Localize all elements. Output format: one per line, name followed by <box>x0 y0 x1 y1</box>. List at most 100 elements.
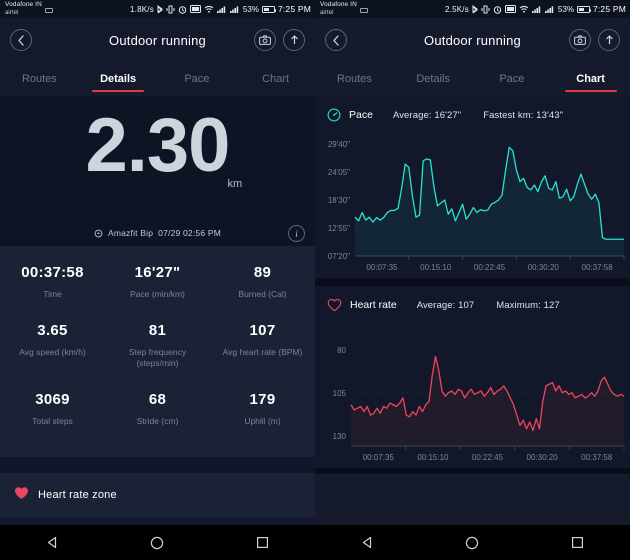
svg-text:24'05": 24'05" <box>328 168 350 177</box>
section-divider <box>0 457 315 473</box>
triangle-back-icon[interactable] <box>46 536 59 549</box>
android-nav-bar <box>315 525 630 560</box>
status-bar: Vodafone IN airtel 2.5K/s 53% 7:25 PM <box>315 0 630 18</box>
heart-rate-line-chart: 130 105 80 00:07:35 00:15:10 00:22:45 00:30:20… <box>333 346 625 462</box>
svg-text:18'30": 18'30" <box>328 196 350 205</box>
stat-label: Avg speed (km/h) <box>19 347 86 357</box>
activity-datetime: 07/29 02:56 PM <box>158 228 221 238</box>
stat-label: Pace (min/km) <box>130 289 185 299</box>
circle-home-icon[interactable] <box>465 536 479 550</box>
right-phone-screen: Vodafone IN airtel 2.5K/s 53% 7:25 PM Ou… <box>315 0 630 560</box>
android-nav-bar <box>0 525 315 560</box>
svg-text:00:15:10: 00:15:10 <box>420 263 452 272</box>
heart-outline-icon <box>327 298 342 312</box>
stat-value: 00:37:58 <box>21 264 84 281</box>
clock-label: 7:25 PM <box>277 4 311 14</box>
share-button[interactable] <box>283 29 305 51</box>
chevron-left-icon <box>18 34 24 46</box>
vibrate-icon <box>481 5 490 14</box>
tab-routes[interactable]: Routes <box>315 62 394 96</box>
sim-card-icon <box>44 7 53 13</box>
carrier-line-2: airtel <box>5 10 19 16</box>
stat-value: 3.65 <box>37 322 68 339</box>
network-speed-label: 1.8K/s <box>130 4 154 14</box>
svg-text:12'55": 12'55" <box>328 224 350 233</box>
stat-avg-speed: 3.65 Avg speed (km/h) <box>0 322 105 391</box>
hr-card-header: Heart rate Average: 107 Maximum: 127 <box>315 286 630 318</box>
pace-card-title: Pace <box>349 109 373 121</box>
triangle-back-icon[interactable] <box>361 536 374 549</box>
clock-label: 7:25 PM <box>592 4 626 14</box>
stat-burned: 89 Burned (Cal) <box>210 264 315 322</box>
sim-card-icon <box>359 7 368 13</box>
camera-icon <box>574 35 586 45</box>
stat-uphill: 179 Uphill (m) <box>210 391 315 449</box>
stat-label: Avg heart rate (BPM) <box>222 347 303 357</box>
stat-value: 89 <box>253 264 272 281</box>
svg-text:80: 80 <box>337 346 346 355</box>
battery-icon <box>261 5 277 13</box>
svg-text:00:37:58: 00:37:58 <box>582 263 614 272</box>
heart-rate-chart-plot[interactable]: 130 105 80 00:07:35 00:15:10 00:22:45 00:30:20… <box>315 318 630 468</box>
stat-label: Step frequency (steps/min) <box>128 347 187 368</box>
signal-icon <box>216 5 227 13</box>
signal-icon <box>531 5 542 13</box>
share-button[interactable] <box>598 29 620 51</box>
tab-pace[interactable]: Pace <box>473 62 552 96</box>
distance-unit: km <box>227 178 243 190</box>
app-header: Outdoor running <box>315 18 630 62</box>
app-header: Outdoor running <box>0 18 315 62</box>
tab-details[interactable]: Details <box>394 62 473 96</box>
bluetooth-icon <box>472 4 478 14</box>
stat-label: Uphill (m) <box>244 416 281 426</box>
hr-average-metric: Average: 107 <box>416 299 475 311</box>
chevron-left-icon <box>333 34 339 46</box>
hr-maximum-metric: Maximum: 127 <box>496 299 560 311</box>
distance-hero: 2.30 km Amazfit Bip 07/29 02:56 PM i <box>0 96 315 246</box>
circle-home-icon[interactable] <box>150 536 164 550</box>
heart-filled-icon <box>14 486 29 505</box>
heart-rate-zone-label: Heart rate zone <box>38 489 117 501</box>
tab-pace[interactable]: Pace <box>158 62 237 96</box>
bluetooth-icon <box>157 4 163 14</box>
camera-button[interactable] <box>569 29 591 51</box>
camera-button[interactable] <box>254 29 276 51</box>
header-actions <box>569 29 620 51</box>
tab-chart[interactable]: Chart <box>551 62 630 96</box>
tab-details[interactable]: Details <box>79 62 158 96</box>
svg-text:00:37:58: 00:37:58 <box>581 453 613 462</box>
pace-average-metric: Average: 16'27" <box>392 109 462 121</box>
hr-card-title: Heart rate <box>350 299 397 311</box>
signal-icon <box>229 5 240 13</box>
pace-line-chart: 07'20" 12'55" 18'30" 24'05" 29'40" 00:07:35 00… <box>328 140 625 272</box>
tab-chart[interactable]: Chart <box>236 62 315 96</box>
back-button[interactable] <box>325 29 347 51</box>
stat-value: 68 <box>148 391 167 408</box>
stats-grid: 00:37:58 Time 16'27" Pace (min/km) 89 Bu… <box>0 246 315 457</box>
svg-text:00:30:20: 00:30:20 <box>528 263 560 272</box>
svg-text:29'40": 29'40" <box>328 140 350 149</box>
heart-rate-chart-card: Heart rate Average: 107 Maximum: 127 130… <box>315 286 630 468</box>
square-recents-icon[interactable] <box>256 536 269 549</box>
camera-icon <box>259 35 271 45</box>
share-upload-icon <box>605 35 613 45</box>
stat-step-frequency: 81 Step frequency (steps/min) <box>105 322 210 391</box>
tab-bar: Routes Details Pace Chart <box>0 62 315 96</box>
stat-label: Stride (cm) <box>136 416 179 426</box>
square-recents-icon[interactable] <box>571 536 584 549</box>
stat-stride: 68 Stride (cm) <box>105 391 210 449</box>
pace-chart-plot[interactable]: 07'20" 12'55" 18'30" 24'05" 29'40" 00:07:35 00… <box>315 128 630 278</box>
heart-rate-zone-row[interactable]: Heart rate zone <box>0 473 315 517</box>
info-button[interactable]: i <box>288 225 305 242</box>
stat-value: 107 <box>249 322 276 339</box>
card-gap-divider <box>315 278 630 286</box>
stat-label: Burned (Cal) <box>238 289 287 299</box>
back-button[interactable] <box>10 29 32 51</box>
pace-fastest-metric: Fastest km: 13'43" <box>483 109 564 121</box>
stat-value: 16'27" <box>134 264 181 281</box>
tab-routes[interactable]: Routes <box>0 62 79 96</box>
battery-percent-label: 53% <box>242 4 259 14</box>
watch-icon <box>94 229 103 238</box>
stats-row: 00:37:58 Time 16'27" Pace (min/km) 89 Bu… <box>0 264 315 322</box>
pace-card-header: Pace Average: 16'27" Fastest km: 13'43" <box>315 96 630 128</box>
